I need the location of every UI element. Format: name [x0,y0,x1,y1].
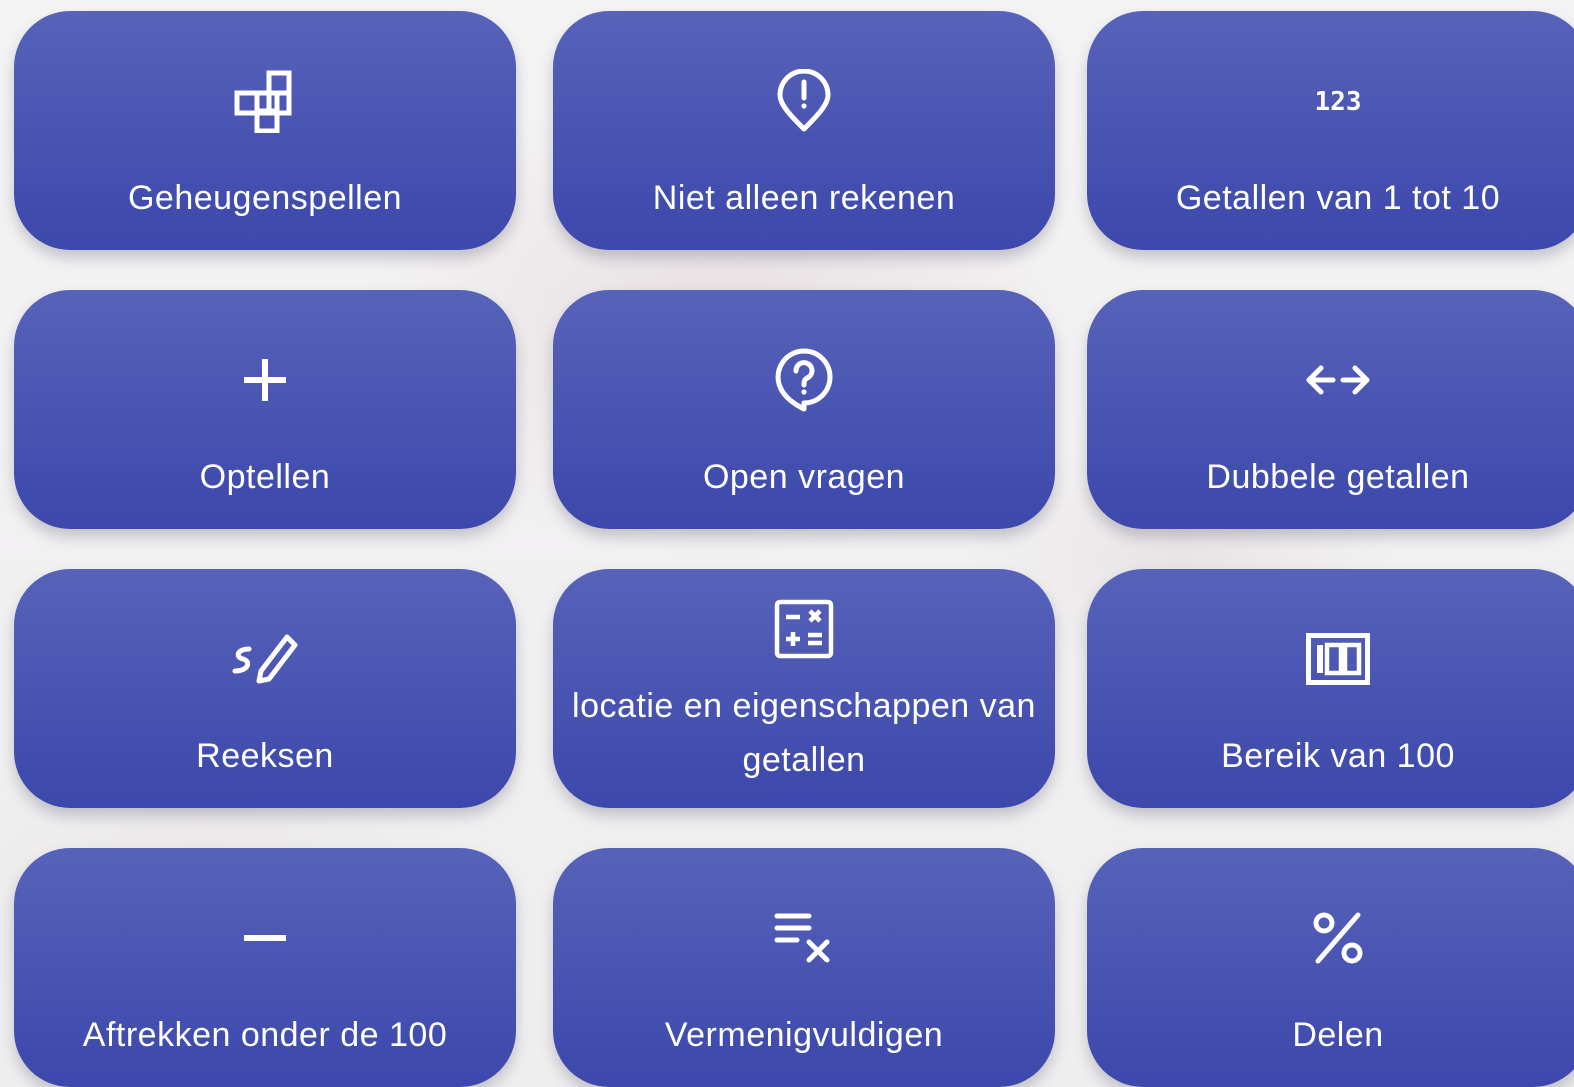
tile-label: Aftrekken onder de 100 [82,1016,448,1054]
tile-label: Getallen van 1 tot 10 [1175,179,1501,217]
tile-geheugenspellen[interactable]: Geheugenspellen [14,11,516,250]
draw-pencil-icon [14,621,516,697]
tile-reeksen[interactable]: Reeksen [14,569,516,808]
map-pin-alert-icon [553,63,1055,139]
tile-label: locatie en eigenschappen van getallen [572,687,1036,779]
list-times-icon [553,900,1055,976]
question-bubble-icon [553,342,1055,418]
tile-getallen-van-1-tot-10[interactable]: 123 Getallen van 1 tot 10 [1087,11,1574,250]
arrows-left-right-icon [1087,342,1574,418]
tile-optellen[interactable]: Optellen [14,290,516,529]
tile-label: Vermenigvuldigen [664,1016,944,1054]
tile-vermenigvuldigen[interactable]: Vermenigvuldigen [553,848,1055,1087]
grid-blocks-icon [14,63,516,139]
tile-label: Bereik van 100 [1221,737,1455,775]
tile-label: Dubbele getallen [1206,458,1470,496]
tile-label: Optellen [199,458,331,496]
tile-aftrekken-onder-de-100[interactable]: Aftrekken onder de 100 [14,848,516,1087]
counter-100-icon [1087,621,1574,697]
calculator-icon [553,591,1055,667]
tile-locatie-en-eigenschappen-van-getallen[interactable]: locatie en eigenschappen van getallen [553,569,1055,808]
tile-label: Open vragen [702,458,906,496]
tile-bereik-van-100[interactable]: Bereik van 100 [1087,569,1574,808]
numbers-123-icon: 123 [1087,63,1574,139]
tile-niet-alleen-rekenen[interactable]: Niet alleen rekenen [553,11,1055,250]
tile-label: Reeksen [196,737,334,775]
percent-icon [1087,900,1574,976]
tile-delen[interactable]: Delen [1087,848,1574,1087]
tile-open-vragen[interactable]: Open vragen [553,290,1055,529]
tile-label: Geheugenspellen [127,179,403,217]
minus-icon [14,900,516,976]
tile-dubbele-getallen[interactable]: Dubbele getallen [1087,290,1574,529]
tile-label: Niet alleen rekenen [652,179,956,217]
tile-label: Delen [1292,1016,1384,1054]
svg-text:123: 123 [1315,87,1362,117]
plus-icon [14,342,516,418]
